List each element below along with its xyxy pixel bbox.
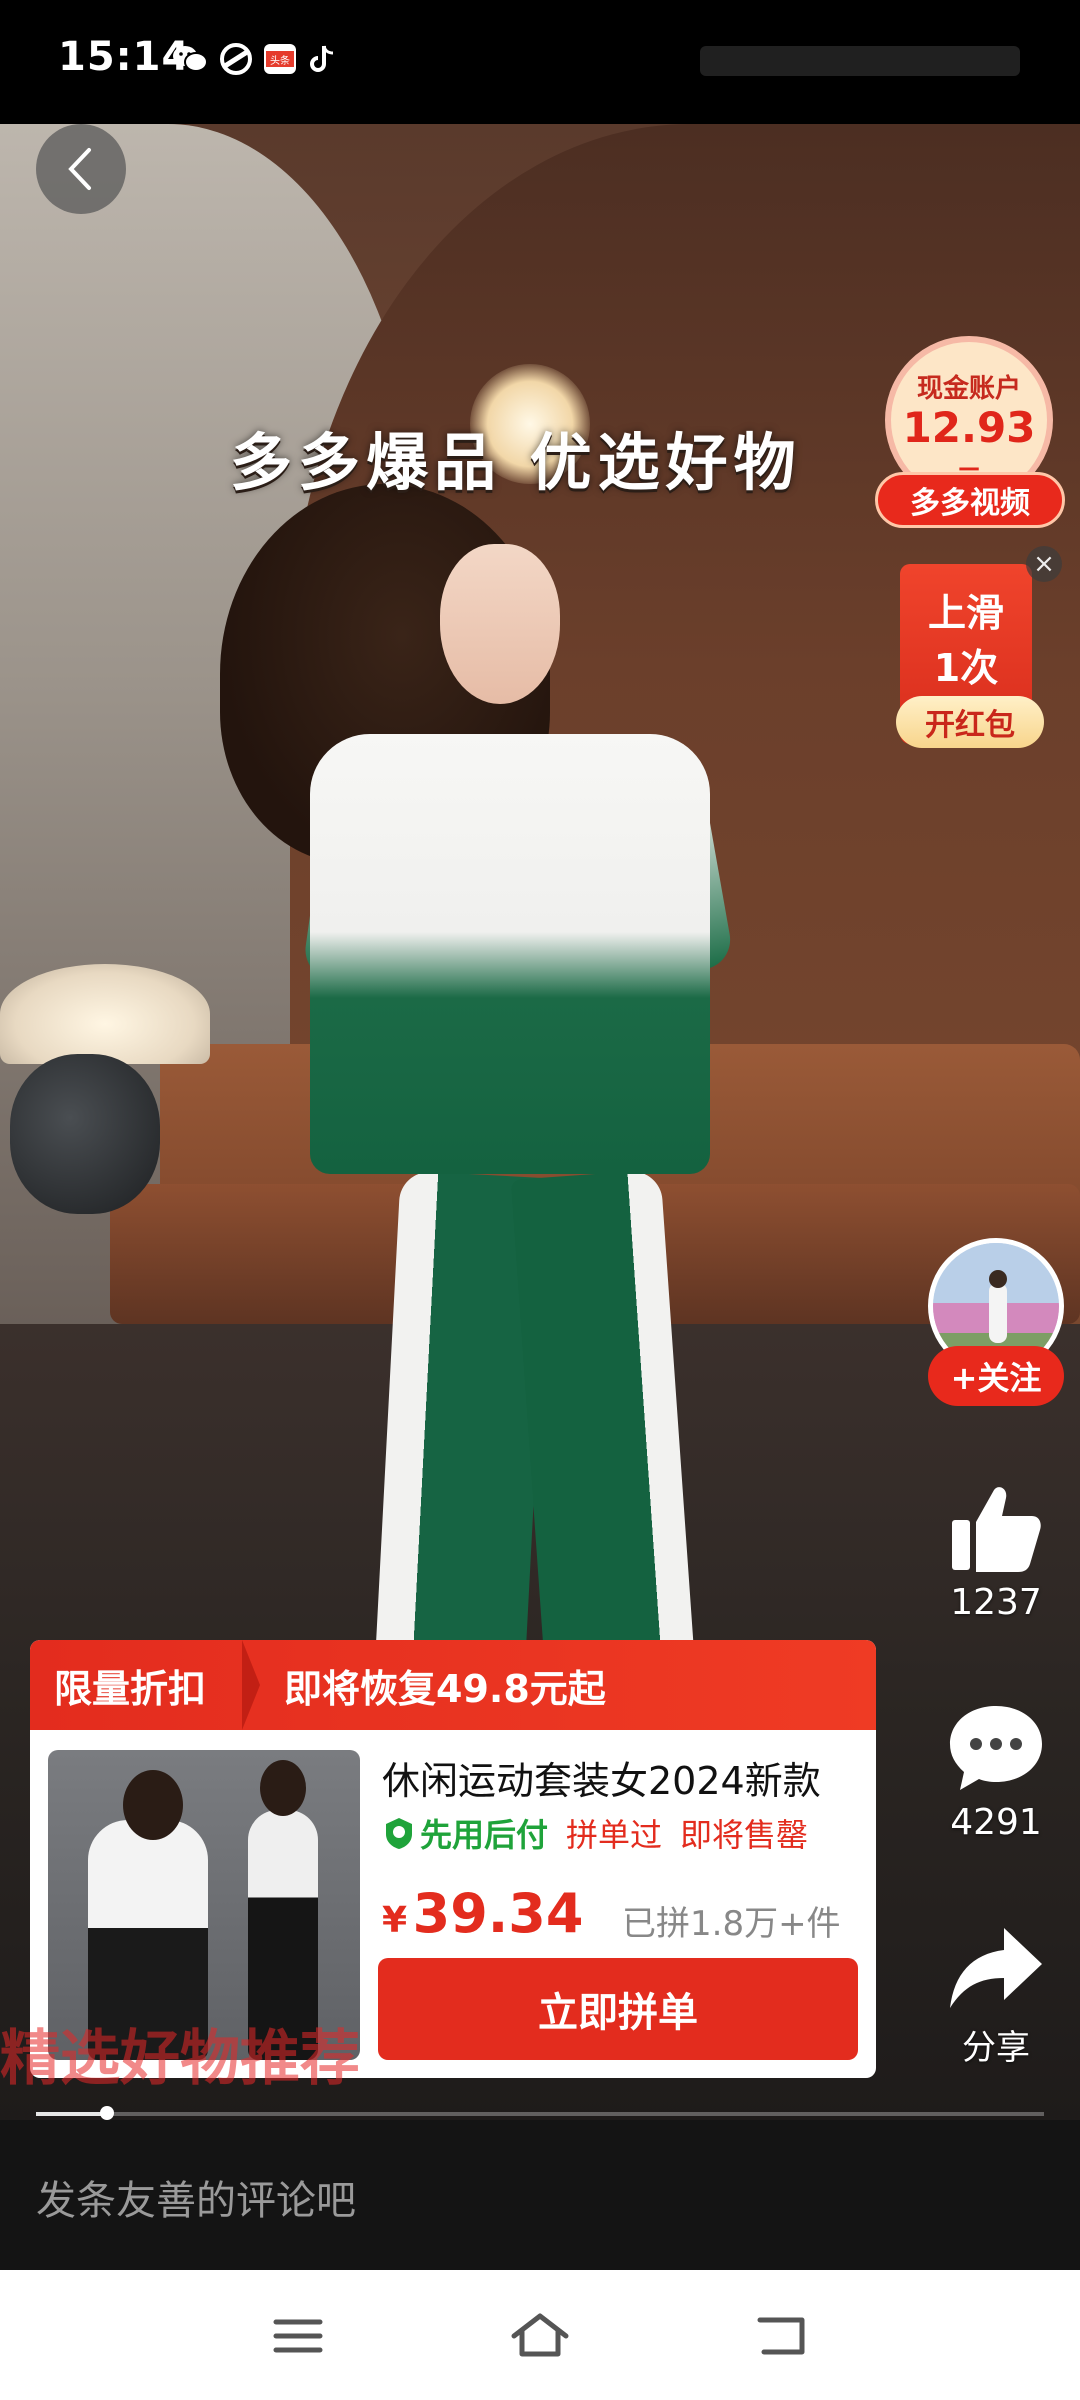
limited-discount-label: 限量折扣 — [54, 1667, 207, 1711]
sold-count: 已拼1.8万+件 — [622, 1904, 841, 1944]
video-caption: 精选好物推荐 — [0, 2024, 360, 2094]
pay-later-text: 先用后付 — [420, 1816, 549, 1854]
product-image-model-1-head — [123, 1770, 183, 1840]
status-right-blur — [700, 46, 1020, 76]
group-buy-tag: 拼单过 — [566, 1816, 663, 1854]
product-price: ¥ 39.34 — [382, 1882, 583, 1945]
status-bar: 15:14 头条 — [0, 0, 1080, 124]
follow-button[interactable]: +关注 — [928, 1346, 1064, 1406]
back-icon[interactable] — [754, 2312, 810, 2364]
product-card-banner: 限量折扣 即将恢复49.8元起 — [30, 1640, 876, 1730]
wechat-icon — [170, 42, 210, 76]
pay-later-icon — [386, 1818, 412, 1849]
video-progress-track[interactable] — [36, 2112, 1044, 2116]
comment-bar[interactable]: 发条友善的评论吧 — [0, 2120, 1080, 2270]
back-button[interactable] — [36, 124, 126, 214]
model-shirt — [310, 734, 710, 1174]
browser-icon — [216, 42, 256, 76]
video-slogan: 多多爆品 优选好物 — [230, 426, 802, 499]
model-face — [440, 544, 560, 704]
thumbs-up-icon — [952, 1487, 1041, 1572]
price-value: 39.34 — [412, 1882, 584, 1945]
product-image-model-2-head — [260, 1760, 306, 1816]
red-packet-close-button[interactable]: × — [1026, 546, 1062, 582]
video-progress-fill — [36, 2112, 107, 2116]
duoduo-video-tag[interactable]: 多多视频 — [875, 472, 1065, 528]
open-red-packet-button[interactable]: 开红包 — [896, 696, 1044, 748]
menu-icon[interactable] — [270, 2314, 326, 2362]
home-icon[interactable] — [508, 2310, 572, 2364]
selling-out-tag: 即将售罄 — [680, 1816, 809, 1854]
comment-count: 4291 — [950, 1802, 1042, 1843]
cash-account-label: 现金账户 — [916, 374, 1021, 404]
share-button[interactable]: 分享 — [928, 1924, 1064, 2069]
comment-input[interactable]: 发条友善的评论吧 — [36, 2168, 356, 2226]
toutiao-icon: 头条 — [262, 42, 298, 76]
system-nav-bar — [0, 2270, 1080, 2400]
video-progress-handle[interactable] — [99, 2106, 114, 2120]
tiktok-icon — [306, 42, 340, 76]
banner-divider — [242, 1640, 260, 1730]
price-symbol: ¥ — [382, 1900, 408, 1941]
video-bg-vase — [10, 1054, 160, 1214]
video-bg-lamp — [0, 964, 210, 1064]
comment-button[interactable]: 4291 — [928, 1700, 1064, 1843]
share-label: 分享 — [962, 2028, 1030, 2068]
like-button[interactable]: 1237 — [928, 1480, 1064, 1623]
like-count: 1237 — [950, 1582, 1042, 1623]
comment-bubble-icon — [950, 1706, 1042, 1790]
buy-now-button[interactable]: 立即拼单 — [378, 1958, 858, 2060]
pay-later-tag: 先用后付 — [382, 1810, 548, 1856]
chevron-left-icon — [68, 148, 91, 190]
share-arrow-icon — [950, 1928, 1042, 2008]
cash-amount: 12.93 — [902, 403, 1036, 452]
product-tags: 先用后付 拼单过 即将售罄 — [382, 1810, 808, 1856]
price-restore-notice: 即将恢复49.8元起 — [284, 1667, 606, 1711]
red-packet-line2: 1次 — [933, 646, 999, 690]
red-packet-line1: 上滑 — [927, 591, 1004, 635]
product-title[interactable]: 休闲运动套装女2024新款 — [382, 1750, 821, 1805]
toutiao-label: 头条 — [270, 54, 290, 67]
